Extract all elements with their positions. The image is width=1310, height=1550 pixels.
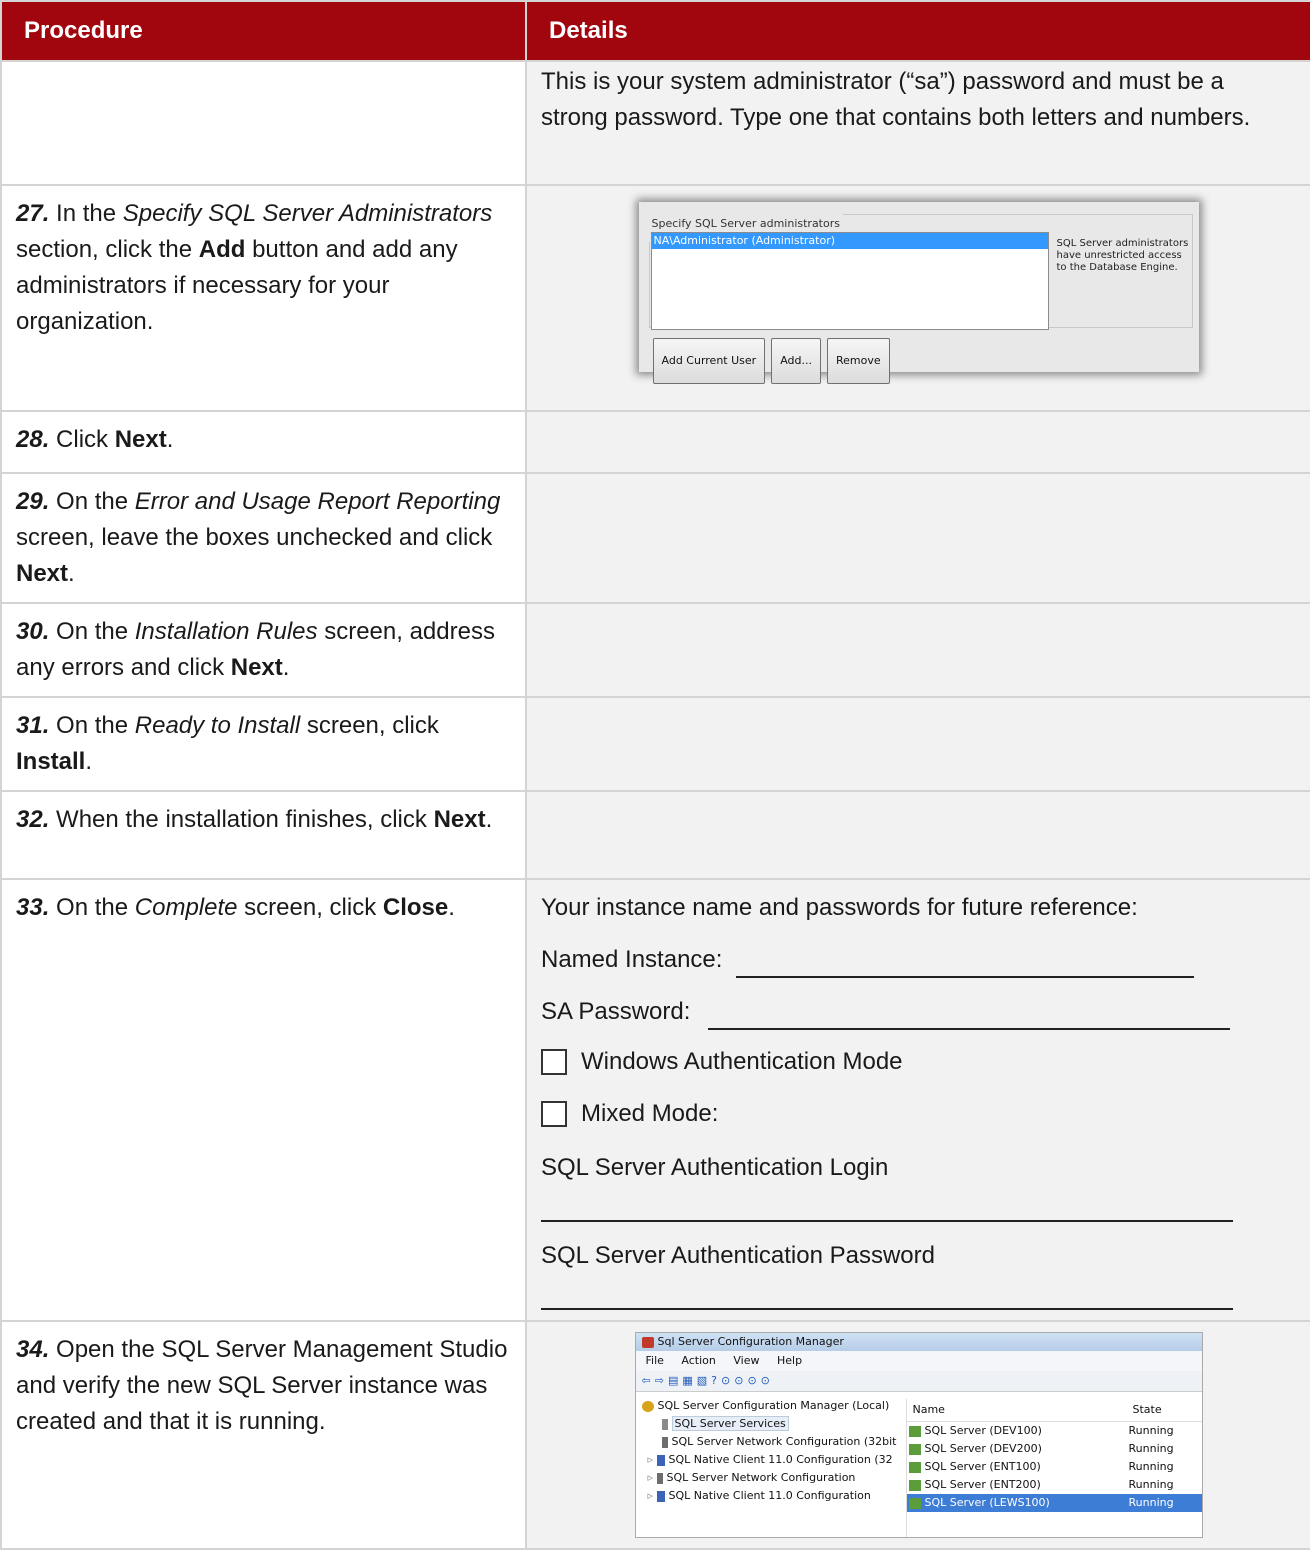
- tree-item-native[interactable]: ▹ SQL Native Client 11.0 Configuration: [636, 1487, 904, 1505]
- service-running-icon: [908, 1443, 921, 1455]
- network-icon: [656, 1472, 663, 1484]
- back-arrow-icon[interactable]: ⇦: [642, 1374, 655, 1387]
- list-item-selected[interactable]: SQL Server (LEWS100) Running: [906, 1494, 1202, 1512]
- details-cell: This is your system administrator (“sa”)…: [525, 60, 1310, 186]
- named-instance-blank[interactable]: [736, 950, 1195, 978]
- sql-password-blank[interactable]: [541, 1282, 1233, 1310]
- service-running-icon: [908, 1425, 921, 1437]
- tree-item-services[interactable]: SQL Server Services: [636, 1415, 904, 1433]
- sa-password-blank[interactable]: [708, 1002, 1231, 1030]
- client-icon: [656, 1454, 665, 1466]
- admins-list[interactable]: NA\Administrator (Administrator): [650, 232, 1049, 330]
- step-31: 31. On the Ready to Install screen, clic…: [0, 696, 527, 792]
- menu-help[interactable]: Help: [777, 1354, 802, 1367]
- menu-action[interactable]: Action: [681, 1354, 715, 1367]
- help-icon[interactable]: ?: [711, 1374, 721, 1387]
- reference-intro: Your instance name and passwords for fut…: [541, 894, 1138, 921]
- add-button[interactable]: Add...: [771, 338, 821, 384]
- col-state-header[interactable]: State: [1133, 1399, 1162, 1421]
- expand-arrow-icon[interactable]: ▹: [648, 1471, 657, 1484]
- expand-arrow-icon[interactable]: ▹: [648, 1489, 657, 1502]
- details-header: Details: [525, 0, 1310, 62]
- list-item[interactable]: SQL Server (ENT200) Running: [907, 1476, 1202, 1494]
- named-instance-label: Named Instance:: [541, 946, 723, 973]
- sql-login-label: SQL Server Authentication Login: [541, 1154, 889, 1181]
- step-27: 27. In the Specify SQL Server Administra…: [0, 184, 527, 412]
- tree-item-network[interactable]: ▹ SQL Server Network Configuration: [636, 1469, 904, 1487]
- menu-bar: File Action View Help: [635, 1351, 1202, 1371]
- sql-login-blank[interactable]: [541, 1194, 1233, 1222]
- list-header: Name State: [906, 1399, 1202, 1422]
- step-34: 34. Open the SQL Server Management Studi…: [0, 1320, 527, 1550]
- add-current-user-button[interactable]: Add Current User: [652, 338, 766, 384]
- step-30: 30. On the Installation Rules screen, ad…: [0, 602, 527, 698]
- table-row: 29. On the Error and Usage Report Report…: [0, 472, 1310, 604]
- windows-auth-checkbox[interactable]: [541, 1049, 567, 1075]
- sql-password-label: SQL Server Authentication Password: [541, 1242, 935, 1269]
- table-row: 34. Open the SQL Server Management Studi…: [0, 1320, 1310, 1550]
- menu-file[interactable]: File: [646, 1354, 664, 1367]
- restart-icon[interactable]: ⊙: [761, 1374, 774, 1387]
- table-row: 31. On the Ready to Install screen, clic…: [0, 696, 1310, 792]
- tree-pane: SQL Server Configuration Manager (Local)…: [635, 1393, 904, 1537]
- service-running-icon: [908, 1479, 921, 1491]
- sa-password-note: This is your system administrator (“sa”)…: [541, 68, 1251, 131]
- services-icon: [661, 1418, 668, 1430]
- network-icon: [661, 1436, 668, 1448]
- admins-note: SQL Server administrators have unrestric…: [1056, 238, 1189, 273]
- mixed-mode-checkbox[interactable]: [541, 1101, 567, 1127]
- config-manager-screenshot: Sql Server Configuration Manager File Ac…: [634, 1332, 1203, 1538]
- stop-icon[interactable]: ⊙: [747, 1374, 760, 1387]
- procedure-header: Procedure: [0, 0, 527, 62]
- services-list: Name State SQL Server (DEV100) Running SQ…: [905, 1399, 1202, 1537]
- play-icon[interactable]: ⊙: [721, 1374, 734, 1387]
- tree-item-native-32[interactable]: ▹ SQL Native Client 11.0 Configuration (…: [636, 1451, 904, 1469]
- remove-button[interactable]: Remove: [826, 338, 890, 384]
- table-row: 30. On the Installation Rules screen, ad…: [0, 602, 1310, 698]
- toolbar: ⇦⇨▤▦▧?⊙⊙⊙⊙: [635, 1371, 1202, 1392]
- service-running-icon: [908, 1497, 921, 1509]
- list-item[interactable]: SQL Server (DEV100) Running: [907, 1422, 1202, 1440]
- tree-item-network-32[interactable]: SQL Server Network Configuration (32bit: [636, 1433, 904, 1451]
- procedure-table: Procedure Details This is your system ad…: [0, 0, 1310, 1550]
- expand-arrow-icon[interactable]: ▹: [648, 1453, 657, 1466]
- mixed-mode-label: Mixed Mode:: [581, 1100, 719, 1127]
- table-row: This is your system administrator (“sa”)…: [0, 60, 1310, 186]
- sa-password-label: SA Password:: [541, 998, 691, 1025]
- admins-list-item[interactable]: NA\Administrator (Administrator): [651, 233, 1048, 249]
- toolbox-icon: [641, 1336, 654, 1348]
- menu-view[interactable]: View: [733, 1354, 759, 1367]
- table-row: 33. On the Complete screen, click Close.…: [0, 878, 1310, 1322]
- service-running-icon: [908, 1461, 921, 1473]
- properties-icon[interactable]: ▦: [682, 1374, 696, 1387]
- list-item[interactable]: SQL Server (ENT100) Running: [907, 1458, 1202, 1476]
- step-29: 29. On the Error and Usage Report Report…: [0, 472, 527, 604]
- sql-admins-screenshot: Specify SQL Server administrators NA\Adm…: [638, 202, 1199, 384]
- window-title: Sql Server Configuration Manager: [657, 1335, 844, 1348]
- table-row: 28. Click Next.: [0, 410, 1310, 474]
- pause-icon[interactable]: ⊙: [734, 1374, 747, 1387]
- client-icon: [656, 1490, 665, 1502]
- table-row: 27. In the Specify SQL Server Administra…: [0, 184, 1310, 412]
- folder-up-icon[interactable]: ▤: [668, 1374, 682, 1387]
- col-name-header[interactable]: Name: [907, 1399, 1133, 1421]
- export-icon[interactable]: ▧: [697, 1374, 711, 1387]
- table-header-row: Procedure Details: [0, 0, 1310, 62]
- server-config-icon: [641, 1400, 654, 1412]
- step-28: 28. Click Next.: [0, 410, 527, 474]
- list-item[interactable]: SQL Server (DEV200) Running: [907, 1440, 1202, 1458]
- table-row: 32. When the installation finishes, clic…: [0, 790, 1310, 880]
- windows-auth-label: Windows Authentication Mode: [581, 1048, 903, 1075]
- step-33: 33. On the Complete screen, click Close.: [0, 878, 527, 1322]
- tree-item-root[interactable]: SQL Server Configuration Manager (Local): [636, 1397, 904, 1415]
- forward-arrow-icon[interactable]: ⇨: [655, 1374, 668, 1387]
- step-32: 32. When the installation finishes, clic…: [0, 790, 527, 880]
